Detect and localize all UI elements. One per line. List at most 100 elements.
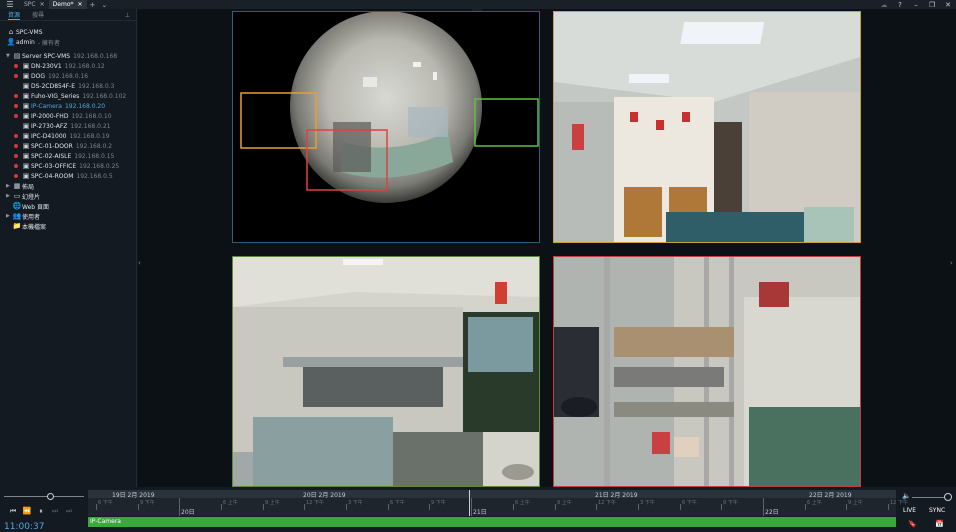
resource-group-item[interactable]: ▶ 👥 使用者 (6, 211, 136, 221)
status-dot (14, 144, 18, 148)
volume-slider-knob[interactable] (944, 493, 952, 501)
playhead[interactable] (469, 490, 470, 516)
add-tab-icon[interactable]: + (87, 1, 99, 9)
camera-label: IP-2000-FHD (31, 112, 69, 120)
resource-group-item[interactable]: ▶ ▭ 幻燈片 (6, 191, 136, 201)
camera-item[interactable]: ▣ SPC-03-OFFICE 192.168.0.25 (6, 161, 136, 171)
status-dot (14, 94, 18, 98)
camera-item[interactable]: ▣ SPC-04-ROOM 192.168.0.5 (6, 171, 136, 181)
timeline-tick (596, 504, 597, 510)
camera-view-fisheye[interactable] (232, 11, 540, 243)
status-dot (14, 74, 18, 78)
minimize-icon[interactable]: – (908, 1, 924, 9)
timeline-tick-label: 6 下午 (390, 500, 405, 506)
camera-icon: ▣ (22, 82, 30, 90)
camera-item[interactable]: ▣ DS-2CD854F-E 192.168.0.3 (6, 81, 136, 91)
camera-view-3[interactable] (232, 256, 540, 487)
timeline-tick (721, 504, 722, 510)
video-grid: ︿ ‹ › (138, 9, 956, 487)
timeline-tick-label: 9 上午 (848, 500, 863, 506)
speed-slider-track[interactable] (4, 496, 84, 497)
restore-icon[interactable]: ❐ (924, 1, 940, 9)
resource-group-item[interactable]: ▶ ▦ 佈局 (6, 181, 136, 191)
playback-controls: ⏮ ⏪ ⏸ ⏭ ⏭ (6, 507, 76, 516)
camera-item[interactable]: ▣ SPC-01-DOOR 192.168.0.2 (6, 141, 136, 151)
camera-ip: 192.168.0.20 (64, 102, 106, 110)
timeline-tick-label: 6 上午 (807, 500, 822, 506)
tab-search[interactable]: 搜尋 (32, 10, 44, 19)
camera-ip: 192.168.0.15 (74, 152, 115, 160)
timeline-tick (471, 498, 472, 516)
pin-icon[interactable]: ⊥ (125, 12, 130, 19)
cloud-icon[interactable]: ☁ (876, 1, 892, 9)
chevron-down-icon[interactable]: ⌄ (98, 1, 110, 9)
resource-group-item[interactable]: 📁 本機檔案 (6, 221, 136, 231)
camera-ip: 192.168.0.12 (64, 62, 105, 70)
timeline[interactable]: 19日 2月 2019 20日 2月 2019 21日 2月 2019 22日 … (88, 490, 908, 516)
camera-icon: ▣ (22, 102, 30, 110)
timeline-tick-label: 6 上午 (515, 500, 530, 506)
camera-view-2[interactable] (553, 11, 861, 243)
status-dot (14, 134, 18, 138)
live-button[interactable]: LIVE (903, 507, 916, 514)
tab-resources[interactable]: 資源 (8, 10, 21, 20)
close-icon[interactable]: ✕ (40, 1, 45, 8)
camera-item[interactable]: ▣ IP-Camera 192.168.0.20 (6, 101, 136, 111)
camera-3-image (233, 257, 539, 486)
rewind-icon[interactable]: ⏪ (20, 507, 34, 516)
help-icon[interactable]: ? (892, 1, 908, 9)
timeline-tick (179, 498, 180, 516)
playback-bar: ⏮ ⏪ ⏸ ⏭ ⏭ 11:00:37 19日 2月 2019 20日 2月 20… (0, 487, 956, 532)
user-item[interactable]: 👤 admin - 擁有者 (6, 37, 136, 47)
camera-label: IPC-D41000 (31, 132, 67, 140)
site-item[interactable]: ⌂ SPC-VMS (6, 27, 136, 37)
pause-icon[interactable]: ⏸ (34, 507, 48, 516)
resource-group-item[interactable]: 🌐 Web 頁面 (6, 201, 136, 211)
close-icon[interactable]: ✕ (77, 1, 82, 8)
camera-4-image (554, 257, 860, 486)
timeline-tick (805, 504, 806, 510)
skip-back-icon[interactable]: ⏮ (6, 507, 20, 516)
day-label: 22日 2月 2019 (809, 492, 852, 499)
skip-forward-icon[interactable]: ⏭ (62, 507, 76, 516)
camera-2-image (554, 12, 860, 242)
volume-icon[interactable]: 🔈 (902, 492, 911, 500)
camera-ip: 192.168.0.102 (82, 92, 127, 100)
camera-item[interactable]: ▣ Fuho-VIG_Series 192.168.0.102 (6, 91, 136, 101)
hamburger-menu-icon[interactable]: ☰ (0, 0, 20, 9)
camera-track[interactable]: IP-Camera (88, 517, 896, 527)
user-icon: 👤 (6, 38, 16, 46)
camera-item[interactable]: ▣ DOG 192.168.0.16 (6, 71, 136, 81)
camera-label: DN-230V1 (31, 62, 62, 70)
speed-slider-knob[interactable] (47, 493, 54, 500)
camera-icon: ▣ (22, 132, 30, 140)
calendar-icon[interactable]: 📅 (935, 520, 944, 528)
sync-button[interactable]: SYNC (929, 507, 945, 514)
resource-group-label: Web 頁面 (22, 203, 49, 211)
camera-item[interactable]: ▣ IP-2730-AFZ 192.168.0.21 (6, 121, 136, 131)
bookmark-icon[interactable]: 🔖 (908, 520, 917, 528)
collapse-right-icon[interactable]: › (950, 259, 956, 271)
camera-ip: 192.168.0.2 (75, 142, 113, 150)
camera-item[interactable]: ▣ SPC-02-AISLE 192.168.0.15 (6, 151, 136, 161)
users-icon: 👥 (12, 212, 22, 220)
timeline-tick (138, 504, 139, 510)
camera-item[interactable]: ▣ IPC-D41000 192.168.0.19 (6, 131, 136, 141)
day-label: 19日 2月 2019 (112, 492, 155, 499)
timeline-tick-label: 12 下午 (306, 500, 324, 506)
server-label: Server SPC-VMS (22, 52, 71, 60)
server-item[interactable]: ▼ ▤ Server SPC-VMS 192.168.0.168 (6, 51, 136, 61)
camera-item[interactable]: ▣ DN-230V1 192.168.0.12 (6, 61, 136, 71)
volume-control: 🔈 (900, 492, 956, 502)
camera-view-4[interactable] (553, 256, 861, 487)
camera-item[interactable]: ▣ IP-2000-FHD 192.168.0.10 (6, 111, 136, 121)
timeline-tick (96, 504, 97, 510)
tab-demo[interactable]: Demo* ✕ (48, 0, 87, 9)
close-window-icon[interactable]: ✕ (940, 1, 956, 9)
tab-spc[interactable]: SPC ✕ (20, 0, 49, 9)
step-forward-icon[interactable]: ⏭ (48, 507, 62, 516)
collapse-left-icon[interactable]: ‹ (138, 259, 144, 271)
timeline-tick-label: 3 下午 (348, 500, 363, 506)
camera-label: DOG (31, 72, 45, 80)
camera-icon: ▣ (22, 92, 30, 100)
